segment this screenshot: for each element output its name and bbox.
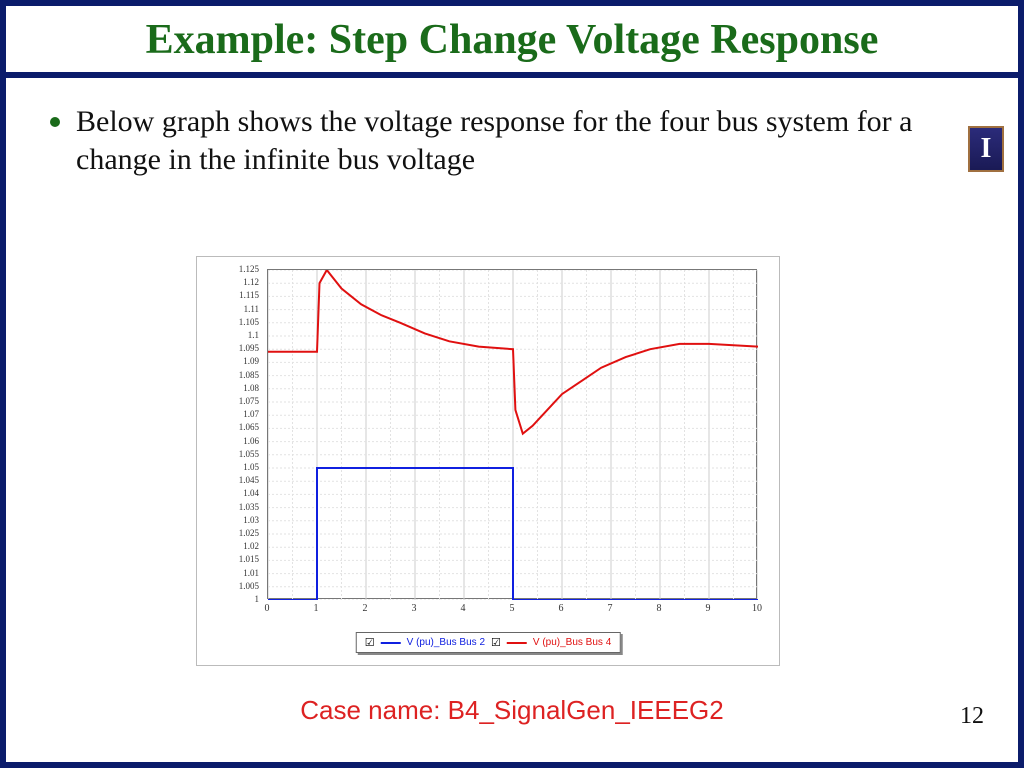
- bullet-item: Below graph shows the voltage response f…: [76, 100, 968, 178]
- x-axis-ticks: 012345678910: [267, 603, 757, 619]
- legend-checkbox-bus2[interactable]: ☑: [365, 636, 375, 649]
- legend-label-bus4: V (pu)_Bus Bus 4: [533, 637, 611, 648]
- chart-container: 11.0051.011.0151.021.0251.031.0351.041.0…: [196, 256, 780, 666]
- university-logo: I: [968, 126, 1004, 172]
- legend-swatch-bus4: [507, 642, 527, 644]
- y-axis-ticks: 11.0051.011.0151.021.0251.031.0351.041.0…: [197, 269, 263, 599]
- chart-legend: ☑ V (pu)_Bus Bus 2 ☑ V (pu)_Bus Bus 4: [356, 632, 621, 653]
- series-svg: [268, 270, 758, 600]
- legend-label-bus2: V (pu)_Bus Bus 2: [407, 637, 485, 648]
- plot-area: [267, 269, 757, 599]
- legend-swatch-bus2: [381, 642, 401, 644]
- legend-checkbox-bus4[interactable]: ☑: [491, 636, 501, 649]
- logo-letter: I: [981, 133, 992, 165]
- page-number: 12: [960, 703, 984, 730]
- slide: Example: Step Change Voltage Response I …: [0, 0, 1024, 768]
- bullet-list: Below graph shows the voltage response f…: [6, 78, 1018, 178]
- page-title: Example: Step Change Voltage Response: [6, 6, 1018, 72]
- case-name-label: Case name: B4_SignalGen_IEEEG2: [300, 695, 723, 726]
